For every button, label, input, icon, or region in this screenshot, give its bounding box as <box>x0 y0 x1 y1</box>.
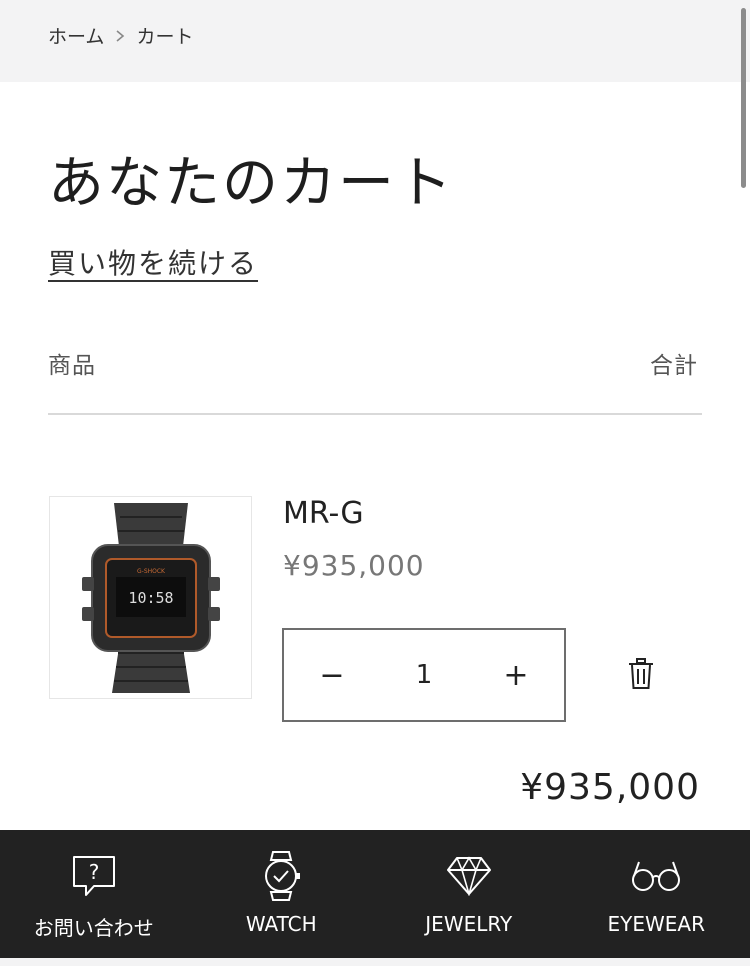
svg-text:10:58: 10:58 <box>128 589 173 607</box>
breadcrumb-current: カート <box>136 26 194 48</box>
nav-eyewear[interactable]: EYEWEAR <box>563 830 750 958</box>
watch-icon <box>255 850 307 902</box>
svg-text:?: ? <box>88 860 99 884</box>
breadcrumb: ホーム カート <box>48 22 193 49</box>
chevron-right-icon <box>116 29 125 42</box>
chat-question-icon: ? <box>68 850 120 902</box>
scrollbar[interactable] <box>741 8 746 188</box>
nav-label: JEWELRY <box>425 912 513 936</box>
nav-jewelry[interactable]: JEWELRY <box>375 830 563 958</box>
nav-label: WATCH <box>245 912 317 936</box>
total-column-header: 合計 <box>650 353 698 379</box>
nav-label: お問い合わせ <box>33 916 154 940</box>
nav-contact[interactable]: ? お問い合わせ <box>0 830 188 958</box>
nav-watch[interactable]: WATCH <box>188 830 376 958</box>
header-divider <box>48 413 702 415</box>
bottom-navigation: ? お問い合わせ WATCH JEWELRY EYEWEAR <box>0 830 750 958</box>
breadcrumb-bar: ホーム カート <box>0 0 750 82</box>
product-name[interactable]: MR-G <box>283 496 364 531</box>
product-image[interactable]: 10:58 G-SHOCK <box>49 496 252 699</box>
trash-icon[interactable] <box>627 658 655 690</box>
bottom-strip <box>0 958 750 966</box>
page-title: あなたのカート <box>48 151 454 216</box>
line-total: ¥935,000 <box>520 767 700 808</box>
diamond-icon <box>443 850 495 902</box>
continue-shopping-link[interactable]: 買い物を続ける <box>48 242 258 282</box>
increase-quantity-button[interactable]: + <box>492 651 540 699</box>
svg-text:G-SHOCK: G-SHOCK <box>137 568 166 575</box>
glasses-icon <box>630 850 682 902</box>
watch-product-image: 10:58 G-SHOCK <box>81 502 220 693</box>
nav-label: EYEWEAR <box>607 912 705 936</box>
product-column-header: 商品 <box>48 353 96 379</box>
product-unit-price: ¥935,000 <box>283 549 425 582</box>
quantity-value[interactable]: 1 <box>416 660 433 690</box>
quantity-stepper: − 1 + <box>282 628 566 722</box>
decrease-quantity-button[interactable]: − <box>308 651 356 699</box>
breadcrumb-home-link[interactable]: ホーム <box>48 22 104 49</box>
